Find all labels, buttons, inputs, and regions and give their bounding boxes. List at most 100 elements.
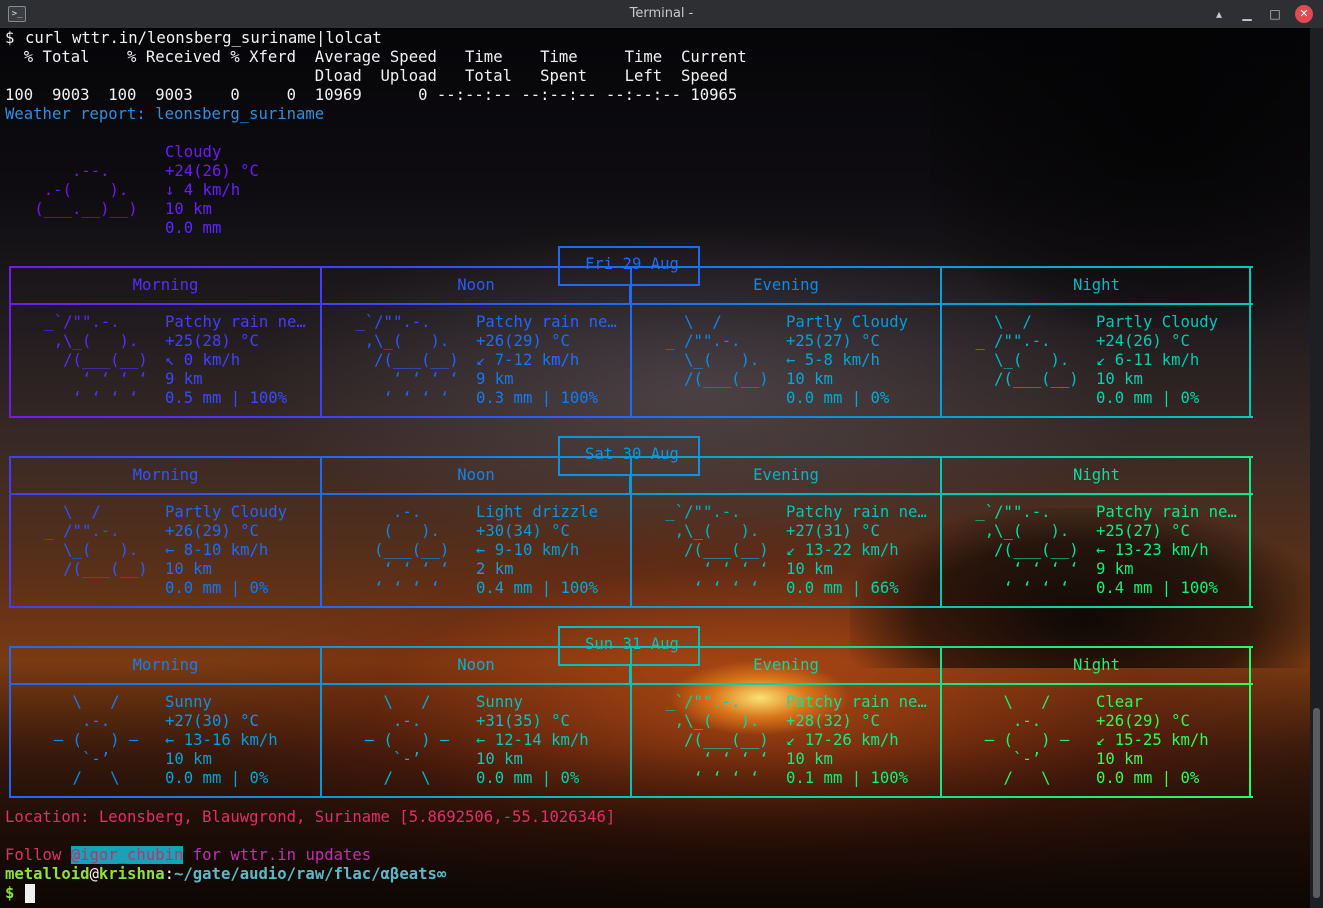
weather-art: ‘ ‘ ‘ ‘ (656, 769, 779, 787)
current-weather-art: .-( ). (25, 181, 148, 199)
weather-line: ↙ 15-25 km/h (1096, 731, 1209, 749)
table-border (9, 683, 322, 685)
table-border (9, 303, 322, 305)
period-header: Noon (457, 276, 495, 294)
table-border (320, 606, 632, 608)
weather-art: ‘ ‘ ‘ ‘ (346, 560, 469, 578)
follow-handle[interactable]: @igor_chubin (70, 846, 184, 864)
weather-art: \ / (966, 693, 1089, 711)
prompt-at: @ (89, 865, 99, 883)
weather-line: Patchy rain ne… (476, 313, 617, 331)
text-cursor[interactable] (25, 884, 35, 903)
follow-line: Follow @igor_chubin for wttr.in updates (5, 846, 371, 865)
weather-line: 2 km (476, 560, 514, 578)
weather-art: \_( ). (966, 351, 1089, 369)
weather-art: /(___(__) (656, 370, 779, 388)
weather-line: Clear (1096, 693, 1143, 711)
weather-line: 10 km (1096, 750, 1143, 768)
weather-line: +26(29) °C (1096, 712, 1190, 730)
weather-line: 0.4 mm | 100% (476, 579, 599, 597)
minimize-icon[interactable]: ▁ (1238, 5, 1256, 23)
weather-line: ← 13-16 km/h (165, 731, 278, 749)
weather-line: +26(29) °C (165, 522, 259, 540)
weather-art: ,\_( ). (656, 522, 779, 540)
weather-art: \ / (346, 693, 469, 711)
weather-line: 0.4 mm | 100% (1096, 579, 1219, 597)
weather-line: 10 km (476, 750, 523, 768)
weather-art: /(___(__) (35, 351, 158, 369)
table-border (630, 683, 942, 685)
close-icon[interactable]: ✕ (1295, 5, 1313, 23)
weather-line: 0.5 mm | 100% (165, 389, 288, 407)
weather-report-title: Weather report: leonsberg_suriname (5, 105, 325, 123)
current-weather-art: (___.__)__) (25, 200, 148, 218)
weather-art: ‘ ‘ ‘ ‘ (346, 370, 469, 388)
weather-art: \ / (35, 503, 158, 521)
period-header: Noon (457, 466, 495, 484)
table-border (9, 456, 322, 458)
weather-line: Light drizzle (476, 503, 599, 521)
prompt-path: ~/gate/audio/raw/flac/αβeats∞ (174, 865, 447, 883)
weather-line: 10 km (786, 750, 833, 768)
table-border (630, 493, 942, 495)
weather-art: `-’ (346, 750, 469, 768)
weather-art: ‘ ‘ ‘ ‘ (656, 579, 779, 597)
table-border (940, 416, 1253, 418)
minimize-icon[interactable]: ▴ (1210, 5, 1228, 23)
weather-line: ↖ 0 km/h (165, 351, 241, 369)
table-border (630, 416, 942, 418)
weather-art: _`/"".-. (656, 503, 779, 521)
table-border (320, 303, 632, 305)
weather-art: \ / (966, 313, 1089, 331)
weather-line: ↙ 6-11 km/h (1096, 351, 1200, 369)
weather-art: ‘ ‘ ‘ ‘ (346, 579, 469, 597)
weather-art: / \ (35, 769, 158, 787)
table-border (9, 646, 322, 648)
table-border (320, 493, 632, 495)
weather-line: 10 km (786, 560, 833, 578)
maximize-icon[interactable]: □ (1266, 5, 1284, 23)
weather-line: Partly Cloudy (1096, 313, 1219, 331)
weather-line: Patchy rain ne… (786, 693, 927, 711)
period-header: Evening (753, 466, 819, 484)
weather-line: +25(27) °C (786, 332, 880, 350)
weather-art: _ /"".-. (35, 522, 158, 540)
weather-art: .-. (966, 712, 1089, 730)
weather-line: 0.3 mm | 100% (476, 389, 599, 407)
table-border (9, 796, 322, 798)
table-border (940, 456, 1253, 458)
weather-line: Patchy rain ne… (165, 313, 306, 331)
weather-line: Patchy rain ne… (1096, 503, 1237, 521)
weather-art: /(___(__) (656, 541, 779, 559)
weather-art: _`/"".-. (35, 313, 158, 331)
weather-art: .-. (346, 503, 469, 521)
weather-art: `-’ (35, 750, 158, 768)
table-border (630, 266, 942, 268)
window-title: Terminal - (629, 6, 694, 21)
weather-line: 10 km (165, 750, 212, 768)
table-border (940, 303, 1253, 305)
weather-art: ― ( ) ― (35, 731, 158, 749)
weather-art: _ /"".-. (966, 332, 1089, 350)
table-border (940, 646, 1253, 648)
table-border (9, 416, 322, 418)
current-weather-line: ↓ 4 km/h (165, 181, 241, 199)
weather-line: 0.0 mm | 0% (1096, 389, 1200, 407)
follow-prefix: Follow (5, 846, 71, 864)
period-header: Morning (132, 466, 199, 484)
scrollbar[interactable] (1310, 28, 1323, 908)
table-border (630, 796, 942, 798)
table-border (940, 493, 1253, 495)
weather-art: \ / (35, 693, 158, 711)
period-header: Night (1073, 466, 1120, 484)
table-border (320, 796, 632, 798)
table-border (320, 416, 632, 418)
period-header: Noon (457, 656, 495, 674)
current-weather-art: .--. (25, 162, 148, 180)
table-border (9, 606, 322, 608)
weather-art: /(___(__) (966, 541, 1089, 559)
weather-line: +31(35) °C (476, 712, 570, 730)
scrollbar-thumb[interactable] (1313, 708, 1320, 898)
weather-line: +26(29) °C (476, 332, 570, 350)
prompt-symbol: $ (5, 884, 24, 902)
